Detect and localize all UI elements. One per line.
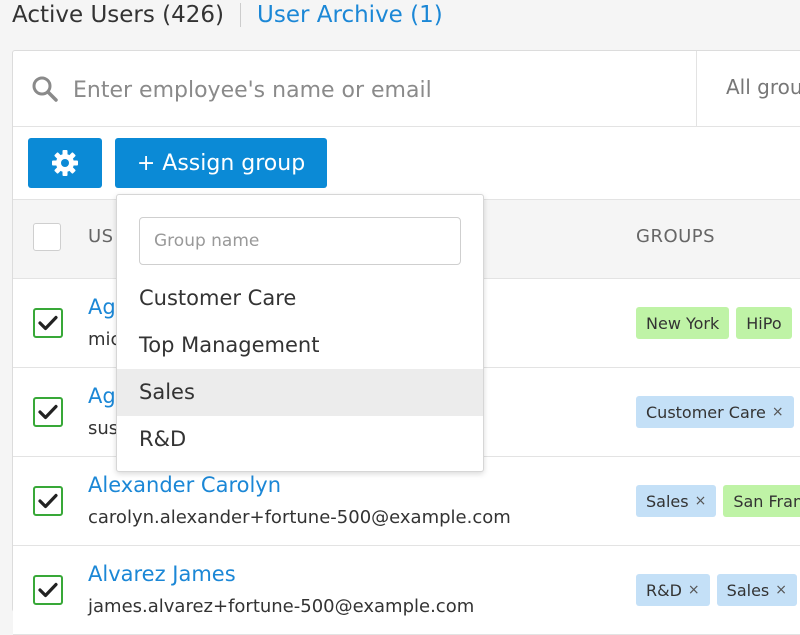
group-option[interactable]: R&D <box>117 416 483 463</box>
group-tag: New York <box>636 307 730 339</box>
column-header-users[interactable]: US <box>88 226 114 247</box>
column-header-groups[interactable]: GROUPS <box>636 226 715 247</box>
group-tag-label: Sales <box>726 580 770 600</box>
remove-tag-icon[interactable]: × <box>695 493 707 509</box>
group-tag-label: New York <box>646 313 720 333</box>
user-email: carolyn.alexander+fortune-500@example.co… <box>88 507 511 528</box>
check-icon <box>38 582 58 598</box>
user-name-link[interactable]: Ag <box>88 384 116 408</box>
group-tag: San Franc <box>723 485 800 517</box>
group-tag: Sales × <box>636 485 717 517</box>
remove-tag-icon[interactable]: × <box>775 582 787 598</box>
group-tag: Customer Care × <box>636 396 794 428</box>
group-tags: R&D × Sales × <box>636 574 800 606</box>
user-tabs: Active Users (426) User Archive (1) <box>12 0 443 30</box>
user-name-link[interactable]: Ag <box>88 295 116 319</box>
check-icon <box>38 404 58 420</box>
group-option[interactable]: Top Management <box>117 322 483 369</box>
group-filter-select[interactable]: All grou <box>726 75 800 99</box>
remove-tag-icon[interactable]: × <box>688 582 700 598</box>
group-name-input[interactable] <box>139 217 461 265</box>
table-row[interactable]: Alvarez James james.alvarez+fortune-500@e… <box>13 546 800 635</box>
tab-divider <box>240 3 242 27</box>
group-tag-label: HiPo <box>746 313 782 333</box>
search-icon <box>32 76 58 102</box>
tab-user-archive[interactable]: User Archive (1) <box>257 2 443 28</box>
user-name-link[interactable]: Alvarez James <box>88 562 236 586</box>
remove-tag-icon[interactable]: × <box>772 404 784 420</box>
row-checkbox[interactable] <box>33 397 63 427</box>
group-tag-label: Sales <box>646 491 689 511</box>
group-tags: New York HiPo <box>636 307 792 339</box>
search-divider <box>696 51 697 126</box>
group-tag-label: R&D <box>646 580 682 600</box>
check-icon <box>38 315 58 331</box>
row-checkbox[interactable] <box>33 575 63 605</box>
group-options-list: Customer Care Top Management Sales R&D <box>117 275 483 463</box>
gear-icon <box>52 150 78 176</box>
group-tag: HiPo <box>736 307 792 339</box>
group-tags: Sales × San Franc <box>636 485 800 517</box>
group-tag-label: Customer Care <box>646 402 766 422</box>
search-input[interactable] <box>71 69 675 111</box>
group-tags: Customer Care×S <box>636 396 800 428</box>
user-email: james.alvarez+fortune-500@example.com <box>88 596 475 617</box>
user-name-link[interactable]: Alexander Carolyn <box>88 473 281 497</box>
select-all-checkbox[interactable] <box>33 223 61 251</box>
search-bar: All grou <box>13 51 800 127</box>
group-option[interactable]: Sales <box>117 369 483 416</box>
settings-button[interactable] <box>28 138 102 188</box>
assign-group-dropdown: Customer CareTop ManagementSalesR&D <box>116 194 484 472</box>
check-icon <box>38 493 58 509</box>
tab-active-users[interactable]: Active Users (426) <box>12 2 224 28</box>
user-email: sus <box>88 418 119 439</box>
group-option[interactable]: Customer Care <box>117 275 483 322</box>
row-checkbox[interactable] <box>33 486 63 516</box>
group-tag: R&D × <box>636 574 710 606</box>
row-checkbox[interactable] <box>33 308 63 338</box>
group-tag: Sales × <box>716 574 797 606</box>
group-tag-label: San Franc <box>733 491 800 511</box>
assign-group-button[interactable]: + Assign group <box>115 138 327 188</box>
